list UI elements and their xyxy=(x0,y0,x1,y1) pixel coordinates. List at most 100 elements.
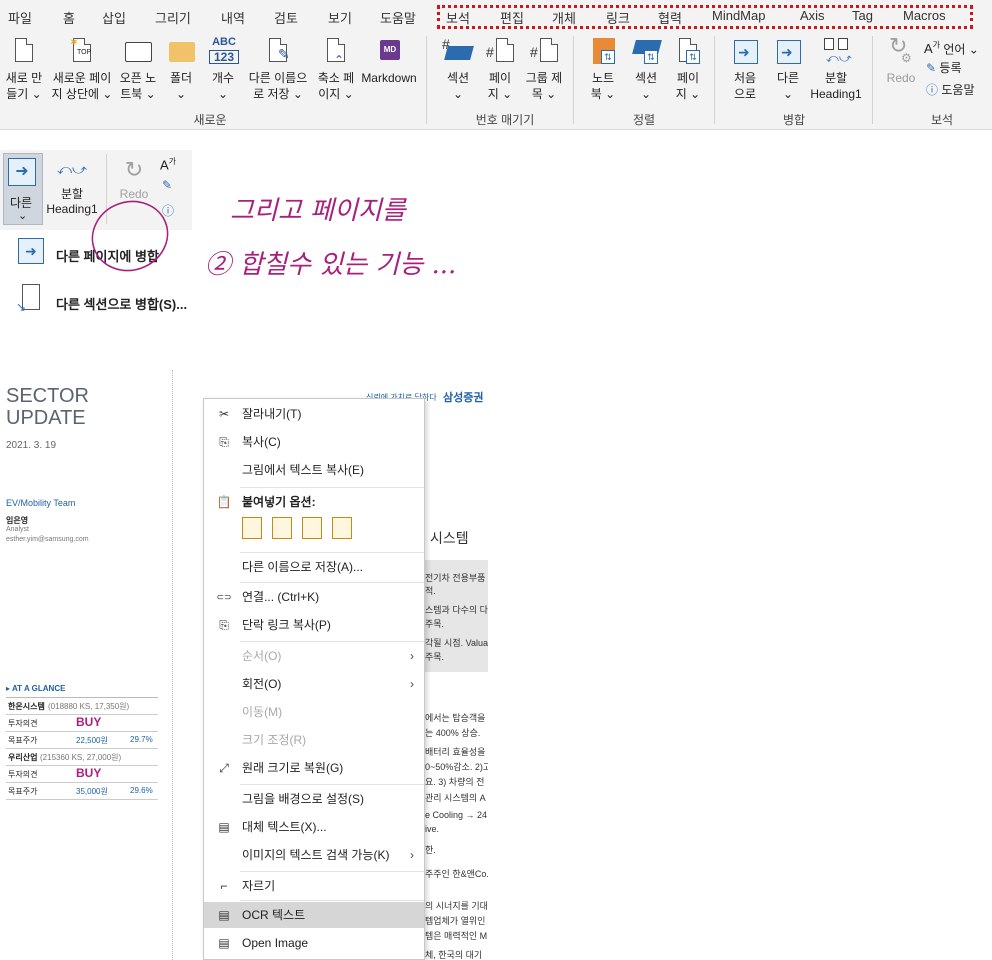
merge-other-button-selected[interactable]: ➜ 다른 ⌄ xyxy=(3,153,43,225)
body-text-line: 주목. xyxy=(425,619,445,629)
tab-insert[interactable]: 삽입 xyxy=(102,8,126,27)
folder-button[interactable]: 폴더 ⌄ xyxy=(164,36,198,102)
column-divider xyxy=(172,370,173,960)
redo-button[interactable]: ↻ ⚙ Redo xyxy=(882,35,920,86)
group-separator xyxy=(872,36,873,124)
rating-label: 투자의견 xyxy=(8,770,38,779)
menu-cut[interactable]: ✂ 잘라내기(T) xyxy=(204,401,424,427)
count-button[interactable]: ABC 123 개수 ⌄ xyxy=(205,36,241,102)
menu-restore-size[interactable]: ⤢ 원래 크기로 복원(G) xyxy=(204,755,424,781)
menu-alt-text[interactable]: ▤ 대체 텍스트(X)... xyxy=(204,814,424,840)
paste-merge-icon[interactable] xyxy=(272,517,292,539)
body-text-line: 한. xyxy=(425,845,436,855)
tab-history[interactable]: 내역 xyxy=(221,8,245,27)
stock-code: (215360 KS, 27,000원) xyxy=(40,753,122,762)
paste-picture-icon[interactable] xyxy=(332,517,352,539)
number-group-title-label: 그룹 제 xyxy=(525,71,563,85)
alt-text-icon: ▤ xyxy=(218,820,230,834)
tab-view[interactable]: 보기 xyxy=(328,8,352,27)
report-date: 2021. 3. 19 xyxy=(6,440,57,451)
menu-save-as[interactable]: 다른 이름으로 저장(A)... xyxy=(204,554,424,580)
tab-review[interactable]: 검토 xyxy=(274,8,298,27)
tab-draw[interactable]: 그리기 xyxy=(155,8,191,27)
paste-keep-format-icon[interactable] xyxy=(242,517,262,539)
merge-other-button[interactable]: ➜ 다른 ⌄ xyxy=(770,36,806,102)
menu-paste-options: 📋 붙여넣기 옵션: xyxy=(204,489,424,515)
new-button[interactable]: 새로 만 들기 ⌄ xyxy=(3,36,45,102)
chevron-right-icon: › xyxy=(410,677,414,691)
copy-icon: ⎘ xyxy=(219,435,229,449)
register-button[interactable]: ✎ 등록 xyxy=(926,58,962,78)
markdown-button[interactable]: MD Markdown xyxy=(360,36,418,86)
number-page-button[interactable]: # 페이 지 ⌄ xyxy=(482,36,518,102)
body-text-line: 에서는 탑승객을 위 xyxy=(425,713,488,723)
number-group-title-button[interactable]: # 그룹 제 목 ⌄ xyxy=(522,36,566,102)
analyst-email: esther.yim@samsung.com xyxy=(6,536,89,543)
language-button[interactable]: A가 언어 ⌄ xyxy=(924,36,979,59)
menu-ocr-text[interactable]: ▤ OCR 텍스트 xyxy=(204,902,424,928)
menu-copy-text-from-image[interactable]: 그림에서 텍스트 복사(E) xyxy=(204,457,424,483)
sort-section-button[interactable]: ⇅ 섹션 ⌄ xyxy=(628,36,664,102)
rating-value: BUY xyxy=(76,715,102,729)
merge-other-label2: ⌄ xyxy=(782,87,794,101)
sort-page-button[interactable]: ⇅ 페이 지 ⌄ xyxy=(670,36,706,102)
tab-home[interactable]: 홈 xyxy=(63,8,75,27)
new-page-top-label: 새로운 페이 xyxy=(52,71,112,85)
body-text-line: 요. 3) 차량의 전 xyxy=(425,777,485,787)
number-section-button[interactable]: # 섹션 ⌄ xyxy=(440,36,476,102)
merge-first-label2: 으로 xyxy=(733,87,757,101)
menu-separator xyxy=(240,582,424,583)
menu-open-image[interactable]: ▤ Open Image xyxy=(204,930,424,956)
menu-set-background[interactable]: 그림을 배경으로 설정(S) xyxy=(204,786,424,812)
split-heading-label: 분할 xyxy=(824,71,848,85)
menu-copy-paragraph-link[interactable]: ⎘ 단락 링크 복사(P) xyxy=(204,612,424,638)
sort-notebook-button[interactable]: ⇅ 노트 북 ⌄ xyxy=(584,36,622,102)
open-notebook-button[interactable]: 오픈 노 트북 ⌄ xyxy=(117,36,159,102)
open-image-icon: ▤ xyxy=(218,936,230,950)
help-button[interactable]: ⓘ 도움말 xyxy=(926,80,974,100)
markdown-label: Markdown xyxy=(361,71,417,85)
merge-first-button[interactable]: ➜ 처음 으로 xyxy=(726,36,764,102)
menu-link[interactable]: ⊂⊃ 연결... (Ctrl+K) xyxy=(204,584,424,610)
tab-file[interactable]: 파일 xyxy=(8,8,32,27)
section-number-icon: # xyxy=(442,36,474,68)
restore-size-icon: ⤢ xyxy=(219,761,229,775)
body-text-line: 관리 시스템의 A xyxy=(425,793,486,803)
save-as-button[interactable]: ✎ 다른 이름으 로 저장 ⌄ xyxy=(244,36,312,102)
new-page-top-button[interactable]: ✶ TOP 새로운 페이 지 상단에 ⌄ xyxy=(48,35,116,102)
sort-page-label: 페이 xyxy=(676,71,700,85)
menu-searchable-text[interactable]: 이미지의 텍스트 검색 가능(K) › xyxy=(204,842,424,868)
menu-separator xyxy=(240,487,424,488)
save-as-icon: ✎ xyxy=(262,36,294,68)
tab-help[interactable]: 도움말 xyxy=(380,8,416,27)
new-button-label2: 들기 ⌄ xyxy=(6,87,42,101)
sort-page-icon: ⇅ xyxy=(672,36,704,68)
shrink-page-label2: 이지 ⌄ xyxy=(318,87,354,101)
paste-text-only-icon[interactable] xyxy=(302,517,322,539)
sector-title-line2: UPDATE xyxy=(6,407,86,429)
menu-copy[interactable]: ⎘ 복사(C) xyxy=(204,429,424,455)
menu-move: 이동(M) xyxy=(204,699,424,725)
target-price-label: 목표주가 xyxy=(8,787,38,796)
shrink-page-icon: ⌃ xyxy=(320,36,352,68)
open-notebook-label2: 트북 ⌄ xyxy=(120,87,156,101)
split-heading-button[interactable]: ⤺⤻ 분할 Heading1 xyxy=(808,36,864,102)
group-label-merge: 병합 xyxy=(782,113,806,127)
menu-order: 순서(O) › xyxy=(204,643,424,669)
menu-save-as-label: 다른 이름으로 저장(A)... xyxy=(242,560,363,574)
menu-crop[interactable]: ⌐ 자르기 xyxy=(204,873,424,899)
circle-annotation xyxy=(91,200,169,272)
body-text-line: 전기차 전용부품 xyxy=(425,573,486,583)
merge-menu-item-section[interactable]: ↘ 다른 섹션으로 병합(S)... xyxy=(14,284,194,314)
link-icon: ⊂⊃ xyxy=(216,592,232,602)
menu-rotate[interactable]: 회전(O) › xyxy=(204,671,424,697)
menu-separator xyxy=(240,871,424,872)
analyst-name: 임은영 xyxy=(6,516,29,525)
shrink-page-button[interactable]: ⌃ 축소 페 이지 ⌄ xyxy=(314,36,358,102)
body-text-line: 배터리 효율성을 위 xyxy=(425,747,488,757)
merge-first-label: 처음 xyxy=(733,71,757,85)
menu-open-image-label: Open Image xyxy=(242,936,309,950)
split-icon: ⤺⤻ xyxy=(820,36,852,68)
clipboard-icon: 📋 xyxy=(216,495,232,509)
group-separator xyxy=(714,36,715,124)
